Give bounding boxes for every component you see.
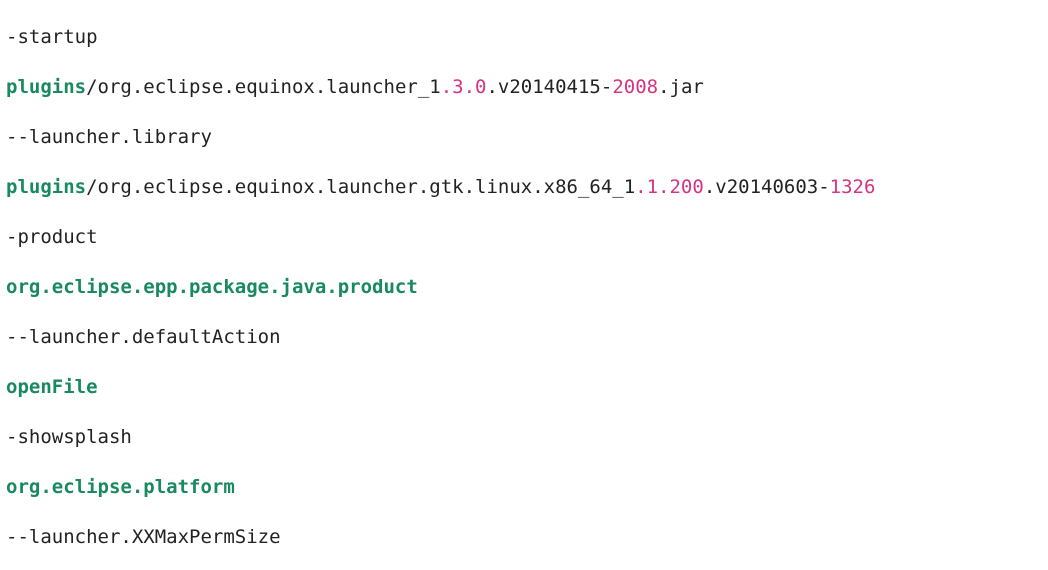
config-line: org.eclipse.platform xyxy=(6,475,1042,500)
keyword: openFile xyxy=(6,376,98,398)
text: --launcher.XXMaxPermSize xyxy=(6,526,281,548)
text: /org xyxy=(86,176,132,198)
text: -showsplash xyxy=(6,426,132,448)
config-line: openFile xyxy=(6,375,1042,400)
config-line: --launcher.library xyxy=(6,125,1042,150)
text: .v20140415- xyxy=(486,76,612,98)
keyword: plugins xyxy=(6,76,86,98)
keyword: plugins xyxy=(6,176,86,198)
text: .eclipse.equinox.launcher.gtk.linux.x86_… xyxy=(132,176,635,198)
config-line: plugins/org.eclipse.equinox.launcher_1.3… xyxy=(6,75,1042,100)
config-line: -showsplash xyxy=(6,425,1042,450)
config-line: -product xyxy=(6,225,1042,250)
config-line: plugins/org.eclipse.equinox.launcher.gtk… xyxy=(6,175,1042,200)
text: .eclipse.equinox.launcher_1 xyxy=(132,76,441,98)
number: .3.0 xyxy=(441,76,487,98)
config-line: org.eclipse.epp.package.java.product xyxy=(6,275,1042,300)
config-file-editor[interactable]: -startup plugins/org.eclipse.equinox.lau… xyxy=(0,0,1048,570)
text: /org xyxy=(86,76,132,98)
keyword: org.eclipse.epp.package.java.product xyxy=(6,276,418,298)
config-line: --launcher.defaultAction xyxy=(6,325,1042,350)
text: -product xyxy=(6,226,98,248)
number: 1326 xyxy=(830,176,876,198)
text: --launcher.defaultAction xyxy=(6,326,281,348)
text: -startup xyxy=(6,26,98,48)
config-line: -startup xyxy=(6,25,1042,50)
keyword: org.eclipse.platform xyxy=(6,476,235,498)
text: .v20140603- xyxy=(704,176,830,198)
text: .jar xyxy=(658,76,704,98)
number: 2008 xyxy=(612,76,658,98)
config-line: --launcher.XXMaxPermSize xyxy=(6,525,1042,550)
text: --launcher.library xyxy=(6,126,212,148)
number: .1.200 xyxy=(635,176,704,198)
